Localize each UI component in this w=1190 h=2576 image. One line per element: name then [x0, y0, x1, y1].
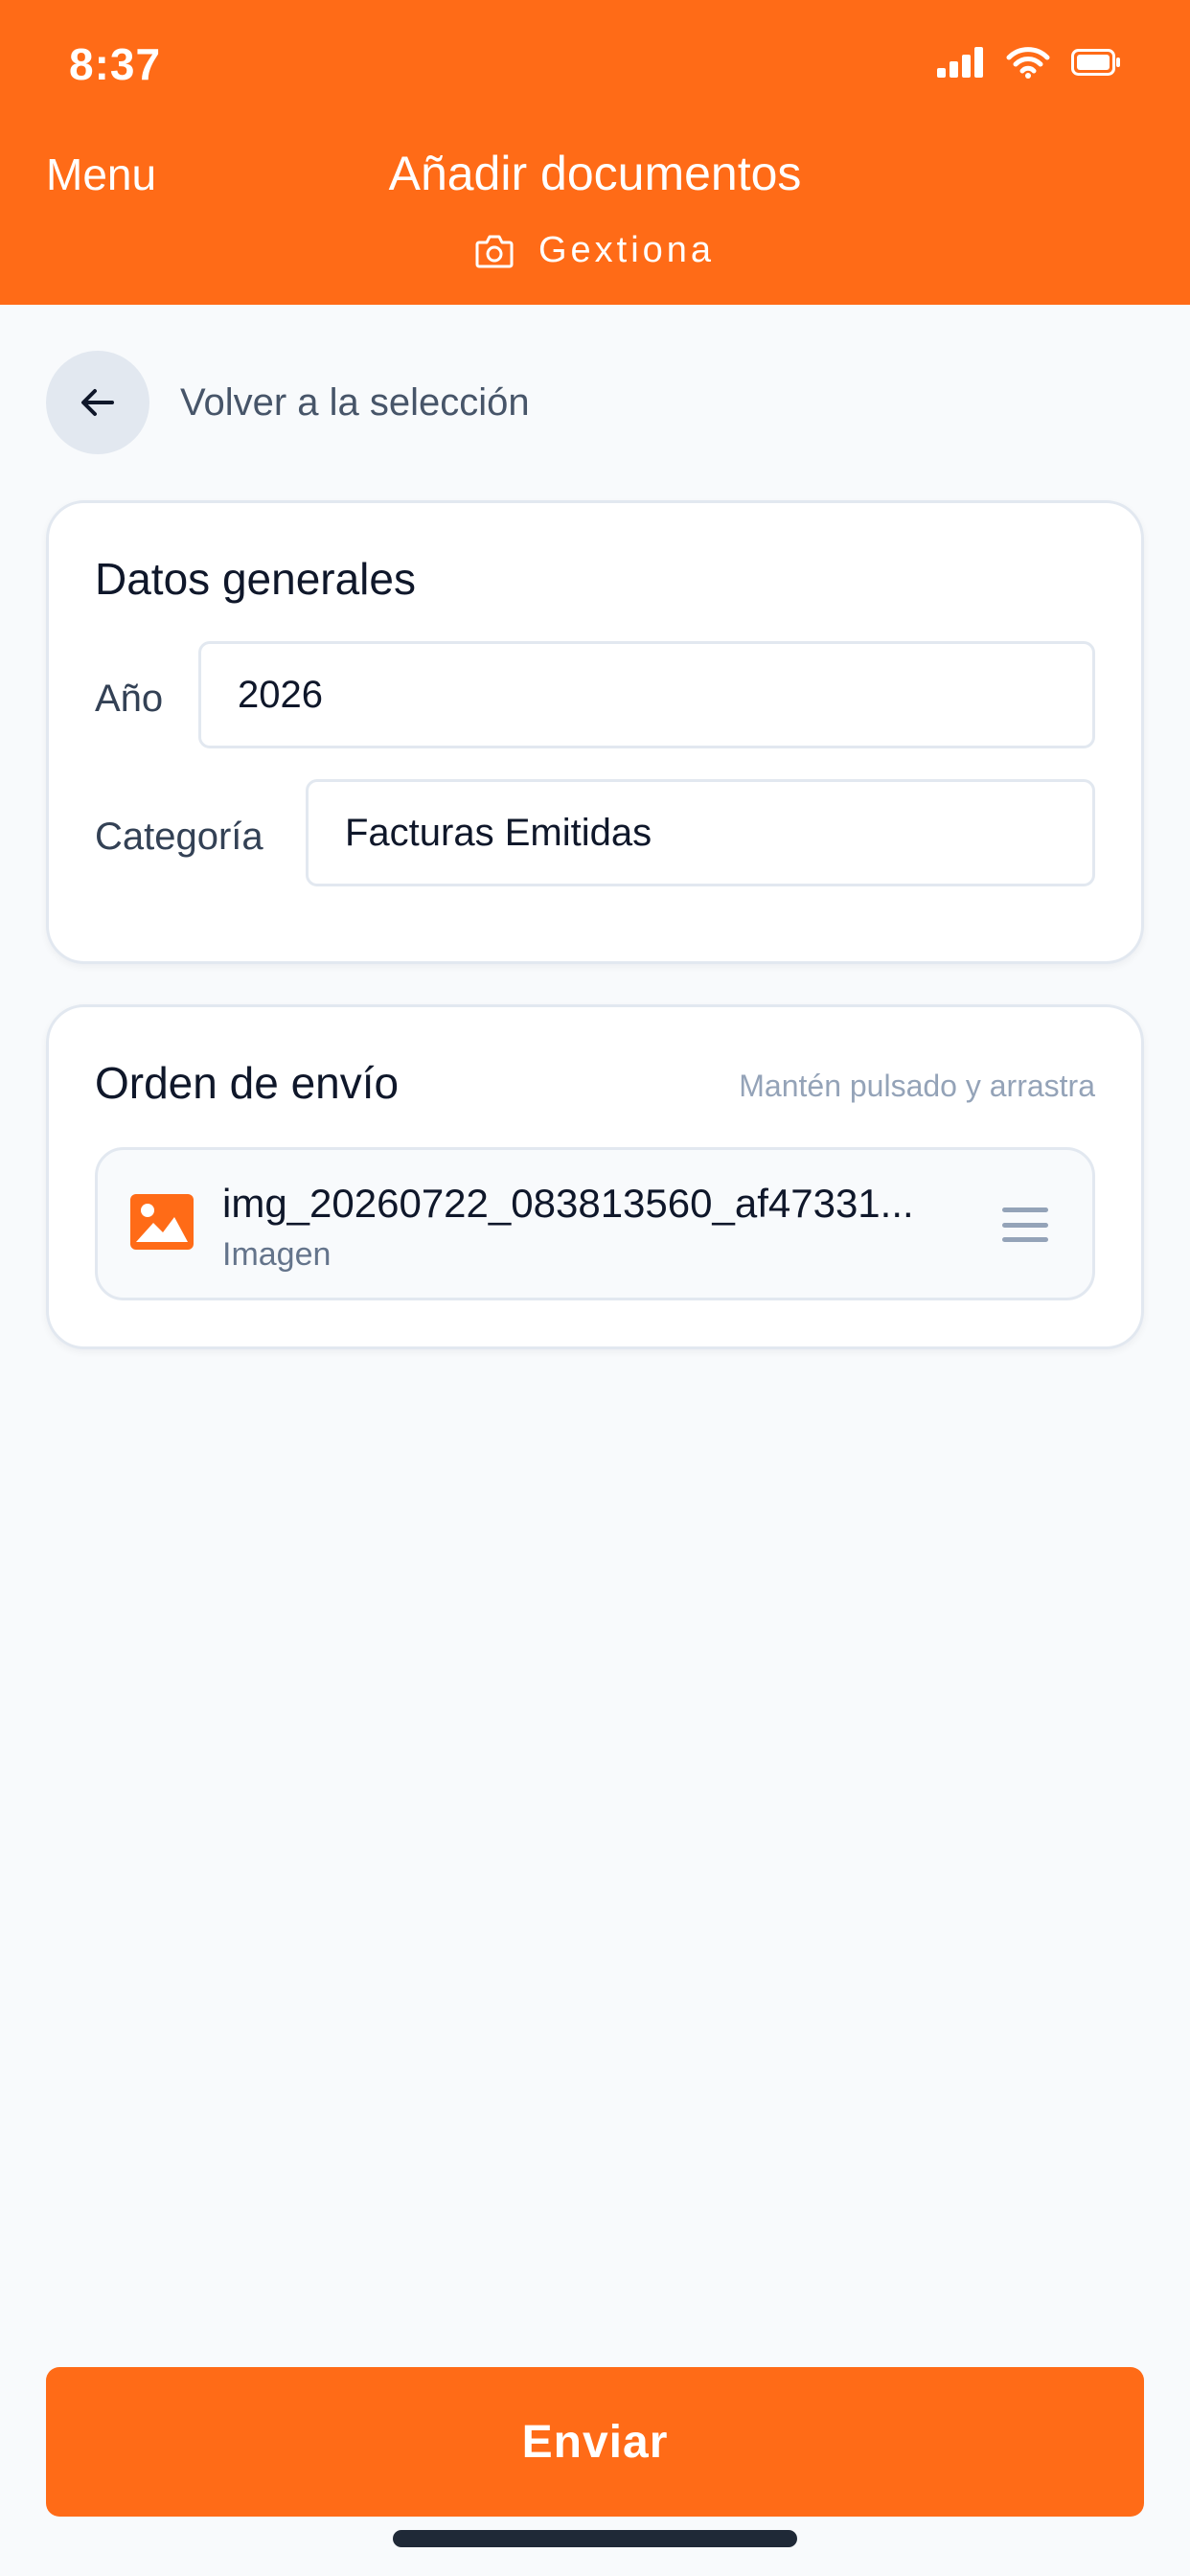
arrow-left-icon: [81, 389, 114, 416]
back-button[interactable]: [46, 351, 149, 454]
app-header: 8:37 Menu Añadir documentos Gextiona: [0, 0, 1190, 305]
category-label: Categoría: [95, 816, 263, 858]
general-data-title: Datos generales: [95, 554, 416, 604]
cellular-signal-icon: [937, 47, 983, 78]
year-label: Año: [95, 678, 164, 720]
send-order-card: Orden de envío Mantén pulsado y arrastra…: [46, 1004, 1144, 1349]
general-data-card: Datos generales Año Categoría: [46, 500, 1144, 964]
home-indicator: [393, 2530, 797, 2547]
image-icon: [130, 1194, 194, 1250]
document-name: img_20260722_083813560_af47331...: [222, 1181, 914, 1226]
status-icons: [937, 46, 1121, 79]
submit-button[interactable]: Enviar: [46, 2367, 1144, 2517]
document-type: Imagen: [222, 1236, 332, 1273]
camera-icon: [475, 235, 514, 267]
back-label[interactable]: Volver a la selección: [180, 381, 530, 425]
document-list-item[interactable]: img_20260722_083813560_af47331... Imagen: [95, 1147, 1095, 1300]
header-subtitle: Gextiona: [0, 230, 1190, 271]
send-order-title: Orden de envío: [95, 1058, 400, 1108]
page-title: Añadir documentos: [388, 147, 802, 200]
category-input[interactable]: [306, 779, 1095, 886]
wifi-icon: [1006, 47, 1050, 79]
status-time: 8:37: [69, 39, 162, 89]
drag-hint: Mantén pulsado y arrastra: [739, 1069, 1095, 1103]
battery-icon: [1071, 49, 1120, 76]
brand-name: Gextiona: [538, 230, 716, 270]
drag-handle-icon[interactable]: [1002, 1208, 1048, 1242]
year-input[interactable]: [198, 641, 1095, 748]
back-row[interactable]: Volver a la selección: [46, 351, 530, 454]
